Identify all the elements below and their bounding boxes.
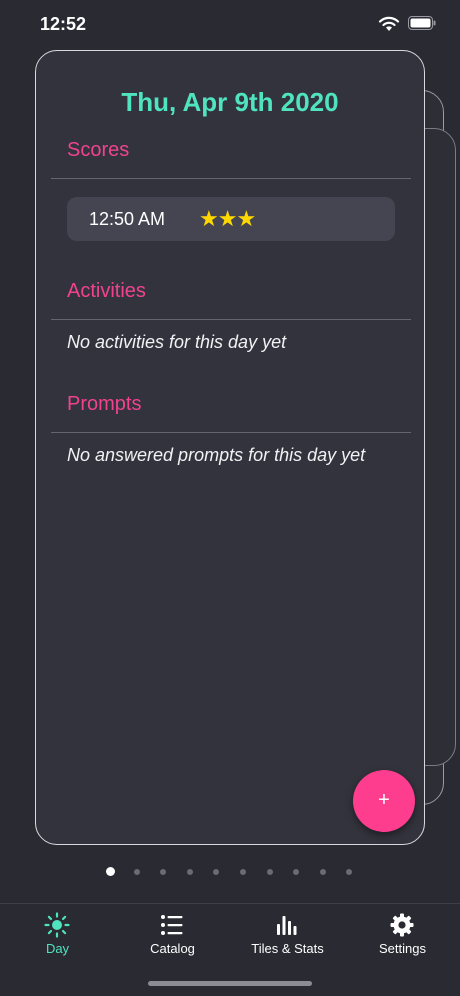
page-dot[interactable]	[133, 869, 140, 875]
scores-section-title: Scores	[67, 139, 130, 161]
page-dot[interactable]	[319, 869, 326, 875]
page-dot[interactable]	[186, 869, 193, 875]
gear-icon	[390, 913, 414, 937]
page-dot[interactable]	[293, 869, 300, 875]
tab-day-label: Day	[45, 941, 70, 956]
tab-tiles-stats[interactable]: Tiles & Stats	[230, 904, 345, 964]
bar-chart-icon	[277, 916, 297, 935]
activities-empty-text: No activities for this day yet	[67, 332, 287, 352]
home-indicator	[148, 981, 312, 986]
day-date-title: Thu, Apr 9th 2020	[121, 87, 339, 117]
list-icon	[161, 915, 183, 935]
page-dot[interactable]	[346, 869, 353, 875]
tab-tiles-stats-label: Tiles & Stats	[251, 941, 324, 956]
tab-settings-label: Settings	[379, 941, 426, 956]
tab-catalog-label: Catalog	[150, 941, 195, 956]
status-time: 12:52	[40, 14, 87, 34]
page-dot[interactable]	[213, 869, 220, 875]
page-dot[interactable]	[160, 869, 167, 875]
page-dot[interactable]	[240, 869, 246, 875]
scores-divider	[51, 178, 411, 179]
page-dot[interactable]	[105, 867, 115, 876]
page-dot[interactable]	[266, 869, 273, 875]
activities-divider	[51, 319, 411, 320]
score-entry[interactable]: 12:50 AM ★★★	[67, 197, 395, 241]
prompts-section-title: Prompts	[67, 393, 142, 415]
star-rating: ★★★	[199, 206, 256, 231]
activities-section-title: Activities	[67, 280, 146, 302]
prompts-divider	[51, 432, 411, 433]
status-bar: 12:52	[0, 0, 460, 50]
tab-bar: Day Catalog Tiles & Stats Settings	[0, 903, 460, 996]
page-indicator[interactable]	[0, 866, 460, 878]
tab-catalog[interactable]: Catalog	[115, 904, 230, 964]
sun-icon	[44, 912, 70, 938]
day-screen: 12:52 Thu, Apr 9th 2020 Scores 12:50 AM …	[0, 0, 460, 996]
day-card: Thu, Apr 9th 2020 Scores 12:50 AM ★★★ Ac…	[35, 50, 425, 845]
battery-icon	[408, 16, 436, 30]
score-time: 12:50 AM	[89, 209, 166, 229]
add-entry-button[interactable]: +	[353, 770, 415, 832]
tab-day[interactable]: Day	[0, 904, 115, 964]
tab-settings[interactable]: Settings	[345, 904, 460, 964]
prompts-empty-text: No answered prompts for this day yet	[67, 445, 366, 465]
wifi-icon	[378, 16, 400, 31]
